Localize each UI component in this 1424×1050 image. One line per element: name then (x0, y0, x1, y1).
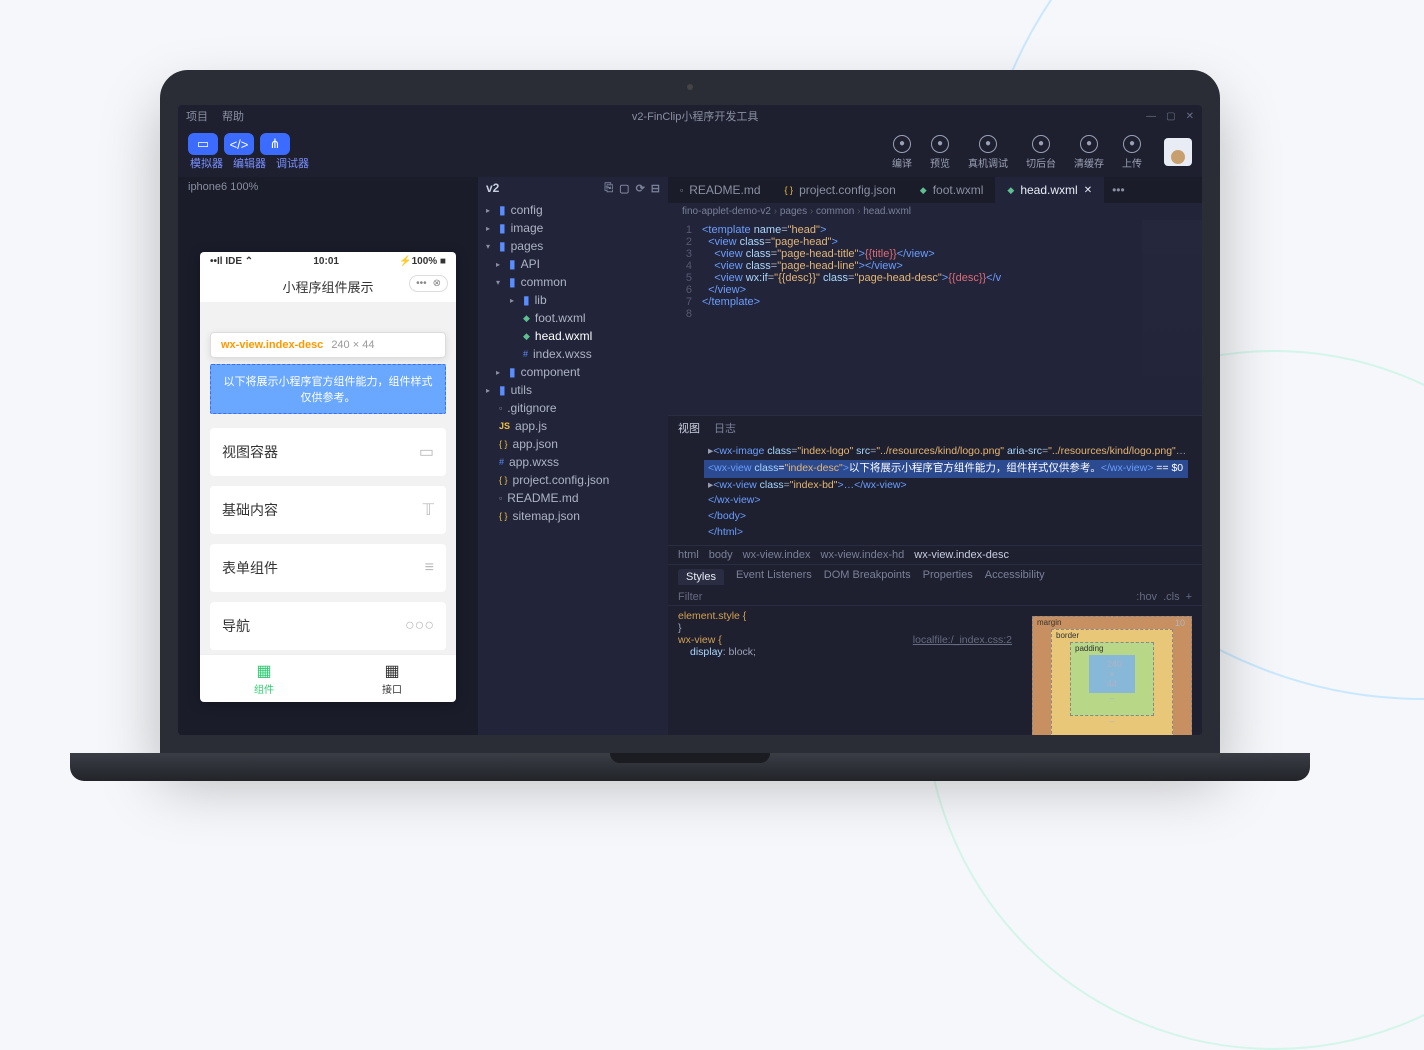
tabbar-item[interactable]: ▦接口 (328, 655, 456, 702)
device-label: iphone6 100% (178, 177, 478, 197)
laptop-frame: 项目 帮助 v2-FinClip小程序开发工具 — ▢ ✕ ▭ </> ⋔ 模拟… (160, 70, 1220, 781)
more-icon[interactable]: ••• (1104, 183, 1133, 197)
devtools-tab[interactable]: 日志 (714, 420, 736, 436)
editor-tab[interactable]: { }project.config.json (773, 177, 908, 203)
status-right: ⚡100% ■ (399, 256, 446, 267)
window-title: v2-FinClip小程序开发工具 (244, 108, 1146, 124)
status-time: 10:01 (313, 256, 339, 267)
file-explorer: v2 ⎘ ▢ ⟳ ⊟ ▸▮config▸▮image▾▮pages▸▮API▾▮… (478, 177, 668, 735)
tree-item[interactable]: ▸▮config (478, 201, 668, 219)
mode-label: 编辑器 (233, 155, 266, 171)
dom-breadcrumb[interactable]: htmlbodywx-view.indexwx-view.index-hdwx-… (668, 545, 1202, 565)
mode-label: 调试器 (276, 155, 309, 171)
tree-item[interactable]: ▸▮image (478, 219, 668, 237)
tree-item[interactable]: ▸▮API (478, 255, 668, 273)
status-left: ••Il IDE ⌃ (210, 256, 253, 267)
styles-filter[interactable]: Filter (678, 591, 702, 603)
highlighted-element: 以下将展示小程序官方组件能力，组件样式仅供参考。 (210, 364, 446, 414)
tree-item[interactable]: ▸▮utils (478, 381, 668, 399)
laptop-base (70, 753, 1310, 781)
phone-frame: ••Il IDE ⌃ 10:01 ⚡100% ■ 小程序组件展示 •••⊗ wx… (200, 252, 456, 702)
tree-item[interactable]: ◆foot.wxml (478, 309, 668, 327)
toolbar: ▭ </> ⋔ 模拟器 编辑器 调试器 ●编译 ●预览 ●真机调试 ●切后台 ●清缓存 ●… (178, 127, 1202, 177)
code-editor[interactable]: 1<template name="head">2 <view class="pa… (668, 220, 1202, 415)
toolbar-action[interactable]: ●编译 (892, 135, 912, 170)
tree-item[interactable]: ▸▮lib (478, 291, 668, 309)
cls-toggle[interactable]: .cls (1163, 591, 1180, 603)
project-root[interactable]: v2 (486, 181, 499, 195)
styles-tab[interactable]: Properties (923, 569, 973, 585)
editor-tab[interactable]: ▫README.md (668, 177, 773, 203)
styles-tab[interactable]: Event Listeners (736, 569, 812, 585)
debugger-toggle[interactable]: ⋔ (260, 133, 290, 155)
add-rule[interactable]: + (1186, 591, 1192, 603)
tabbar-item[interactable]: ▦组件 (200, 655, 328, 702)
capsule-button[interactable]: •••⊗ (409, 275, 448, 292)
list-item[interactable]: 导航○○○ (210, 602, 446, 650)
new-file-icon[interactable]: ⎘ (604, 182, 613, 195)
menu-help[interactable]: 帮助 (222, 108, 244, 124)
styles-tab[interactable]: Accessibility (985, 569, 1045, 585)
list-item[interactable]: 基础内容𝕋 (210, 486, 446, 534)
list-item[interactable]: 视图容器▭ (210, 428, 446, 476)
avatar[interactable] (1164, 138, 1192, 166)
collapse-icon[interactable]: ⊟ (651, 182, 660, 195)
styles-pane[interactable]: element.style {}</span><span class="sel2… (668, 606, 1022, 736)
menu-project[interactable]: 项目 (186, 108, 208, 124)
toolbar-action[interactable]: ●预览 (930, 135, 950, 170)
devtools-panel: 视图 日志 ▸<wx-image class="index-logo" src=… (668, 415, 1202, 735)
tree-item[interactable]: { }app.json (478, 435, 668, 453)
refresh-icon[interactable]: ⟳ (636, 182, 645, 195)
minimize-icon[interactable]: — (1146, 111, 1156, 122)
tree-item[interactable]: ▫README.md (478, 489, 668, 507)
box-model: margin 10 border padding 240 × 44 – – – (1022, 606, 1202, 736)
new-folder-icon[interactable]: ▢ (619, 182, 629, 195)
list-item[interactable]: 表单组件≡ (210, 544, 446, 592)
inspector-tooltip: wx-view.index-desc 240 × 44 (210, 332, 446, 358)
editor-toggle[interactable]: </> (224, 133, 254, 155)
breadcrumb: fino-applet-demo-v2pagescommonhead.wxml (668, 203, 1202, 220)
tree-item[interactable]: ▾▮common (478, 273, 668, 291)
maximize-icon[interactable]: ▢ (1166, 111, 1175, 122)
close-icon[interactable]: ✕ (1084, 185, 1092, 196)
tree-item[interactable]: ▫.gitignore (478, 399, 668, 417)
toolbar-action[interactable]: ●切后台 (1026, 135, 1056, 170)
styles-tab[interactable]: DOM Breakpoints (824, 569, 911, 585)
camera-dot (687, 84, 693, 90)
mode-label: 模拟器 (190, 155, 223, 171)
editor-tab[interactable]: ◆head.wxml✕ (995, 177, 1104, 203)
devtools-tab[interactable]: 视图 (678, 420, 700, 436)
tree-item[interactable]: ▾▮pages (478, 237, 668, 255)
minimap[interactable] (1142, 220, 1202, 415)
hov-toggle[interactable]: :hov (1136, 591, 1157, 603)
tree-item[interactable]: ◆head.wxml (478, 327, 668, 345)
toolbar-action[interactable]: ●清缓存 (1074, 135, 1104, 170)
close-icon[interactable]: ✕ (1186, 111, 1194, 122)
tree-item[interactable]: { }sitemap.json (478, 507, 668, 525)
titlebar: 项目 帮助 v2-FinClip小程序开发工具 — ▢ ✕ (178, 105, 1202, 127)
editor-tabs: ▫README.md{ }project.config.json◆foot.wx… (668, 177, 1202, 203)
tree-item[interactable]: #index.wxss (478, 345, 668, 363)
tree-item[interactable]: JSapp.js (478, 417, 668, 435)
editor-tab[interactable]: ◆foot.wxml (908, 177, 996, 203)
dom-tree[interactable]: ▸<wx-image class="index-logo" src="../re… (668, 440, 1202, 545)
simulator-panel: iphone6 100% ••Il IDE ⌃ 10:01 ⚡100% ■ 小程… (178, 177, 478, 735)
toolbar-action[interactable]: ●上传 (1122, 135, 1142, 170)
ide-window: 项目 帮助 v2-FinClip小程序开发工具 — ▢ ✕ ▭ </> ⋔ 模拟… (178, 105, 1202, 735)
toolbar-action[interactable]: ●真机调试 (968, 135, 1008, 170)
tree-item[interactable]: ▸▮component (478, 363, 668, 381)
page-title: 小程序组件展示 (282, 280, 373, 295)
styles-tab[interactable]: Styles (678, 569, 724, 585)
tree-item[interactable]: { }project.config.json (478, 471, 668, 489)
tree-item[interactable]: #app.wxss (478, 453, 668, 471)
simulator-toggle[interactable]: ▭ (188, 133, 218, 155)
